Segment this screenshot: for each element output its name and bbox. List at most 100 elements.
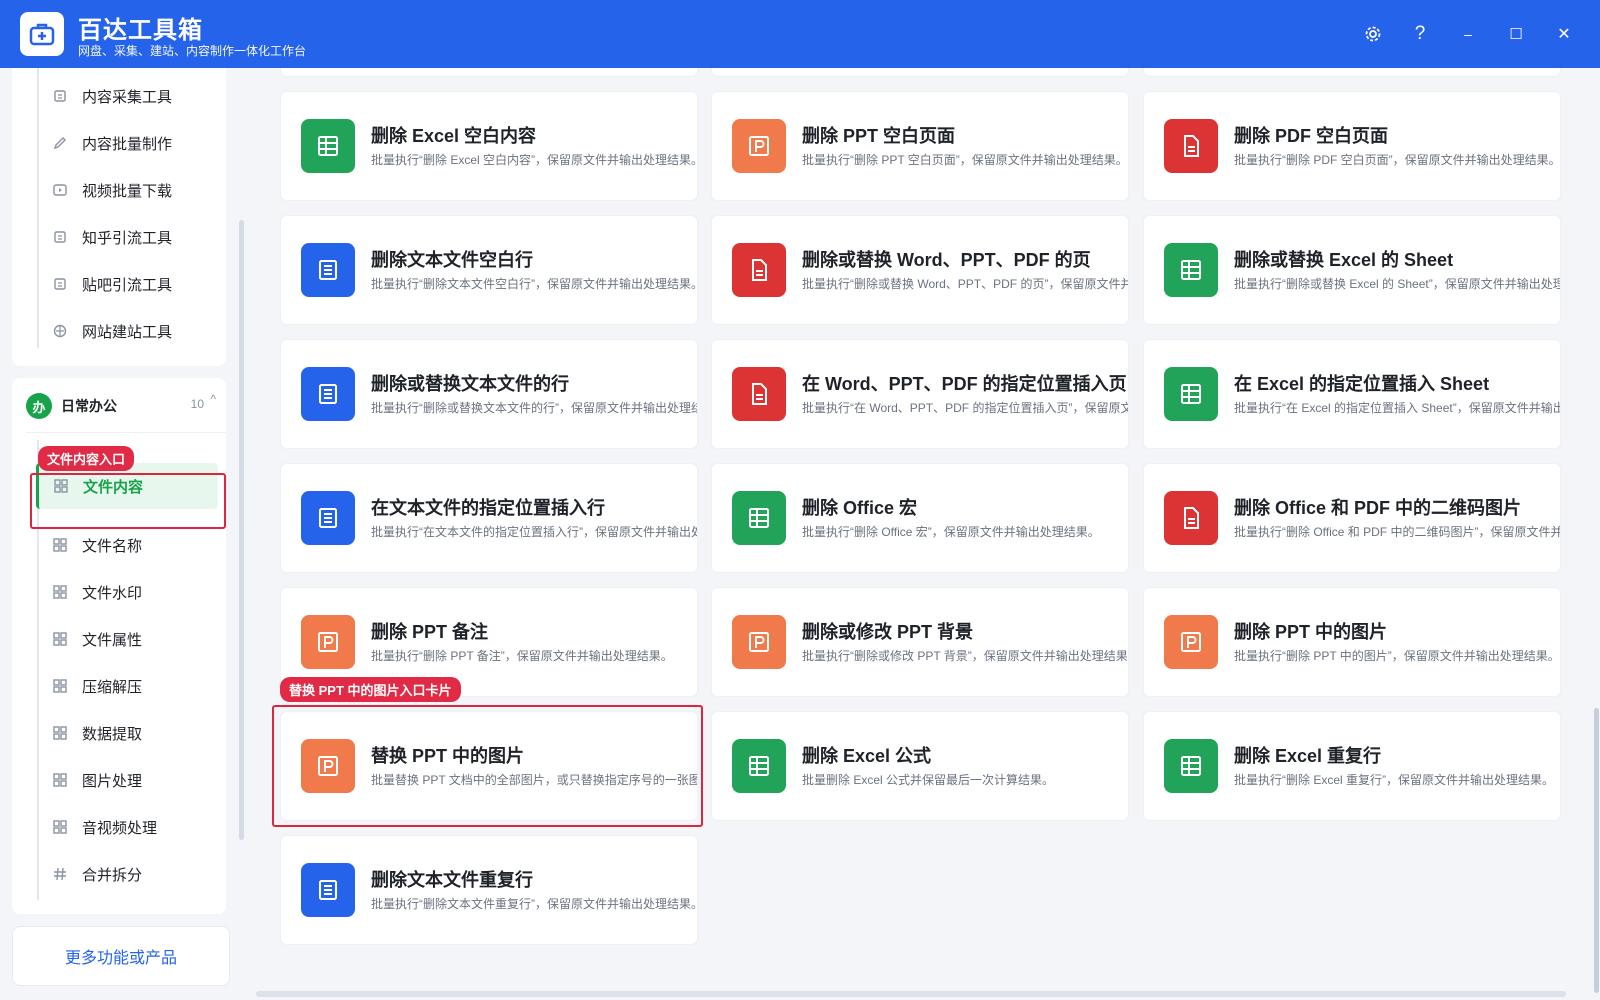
sidebar-scrollbar[interactable] [239,220,244,840]
minimize-button[interactable]: – [1454,20,1482,48]
spreadsheet-icon [1164,243,1218,297]
main-horizontal-scrollbar[interactable] [256,991,1566,997]
grid-icon [52,631,68,647]
spreadsheet-icon [301,119,355,173]
sidebar-item-label: 文件属性 [82,631,143,649]
card-title: 删除 Office 宏 [802,498,918,518]
card-description: 批量执行“删除文本文件重复行”，保留原文件并输出处理结果。 [371,897,697,911]
sidebar-item-office[interactable]: 压缩解压 [38,666,218,706]
tool-card[interactable]: 在 Word、PPT、PDF 的指定位置插入页批量执行“在 Word、PPT、P… [712,340,1128,448]
card-title: 删除 PPT 中的图片 [1234,622,1388,642]
sidebar-item-label: 音视频处理 [82,819,158,837]
card-description: 批量执行“删除 PPT 中的图片”，保留原文件并输出处理结果。 [1234,649,1560,663]
sidebar-item-office[interactable]: 文件水印 [38,572,218,612]
sidebar-item-label: 文件名称 [82,537,143,555]
tool-card[interactable]: 删除 Excel 重复行批量执行“删除 Excel 重复行”，保留原文件并输出处… [1144,712,1560,820]
text-file-icon [301,243,355,297]
sidebar-item-tool[interactable]: 知乎引流工具 [38,217,218,257]
scroll-thumb[interactable] [1594,708,1599,993]
sidebar-item-label: 贴吧引流工具 [82,276,173,294]
card-description: 批量执行“删除 PDF 空白页面”，保留原文件并输出处理结果。 [1234,153,1560,167]
tool-card[interactable]: 删除 PPT 空白页面批量执行“删除 PPT 空白页面”，保留原文件并输出处理结… [712,92,1128,200]
sidebar-item-label: 视频批量下载 [82,182,173,200]
grid-icon [52,678,68,694]
tool-card[interactable]: 删除 PPT 中的图片批量执行“删除 PPT 中的图片”，保留原文件并输出处理结… [1144,588,1560,696]
tool-card[interactable]: 删除 Office 宏批量执行“删除 Office 宏”，保留原文件并输出处理结… [712,464,1128,572]
video-icon [52,182,68,198]
tool-card[interactable]: 删除或修改 PPT 背景批量执行“删除或修改 PPT 背景”，保留原文件并输出处… [712,588,1128,696]
card-stub [712,68,1128,76]
card-title: 在 Word、PPT、PDF 的指定位置插入页 [802,374,1127,394]
spreadsheet-icon [1164,367,1218,421]
card-title: 删除 Excel 公式 [802,746,932,766]
presentation-icon [732,615,786,669]
tool-card[interactable]: 删除 PDF 空白页面 批量执行“删除 PDF 空白页面”，保留原文件并输出处理结… [1144,92,1560,200]
sidebar-item-tool[interactable]: 视频批量下载 [38,170,218,210]
more-panel: 更多功能或产品 [12,926,230,986]
sidebar-item-office[interactable]: 音视频处理 [38,807,218,847]
card-description: 批量执行“删除或替换 Excel 的 Sheet”，保留原文件并输出处理结果 [1234,277,1560,291]
card-title: 删除文本文件空白行 [371,250,533,270]
grid-icon [52,725,68,741]
sidebar: 内容采集工具 内容批量制作 视频批量下载 知乎引流工具 贴吧引流工具 网站建站工具 办 日… [0,68,246,1000]
tool-card[interactable]: 删除 Excel 公式 批量删除 Excel 公式并保留最后一次计算结果。 [712,712,1128,820]
card-title: 在文本文件的指定位置插入行 [371,498,605,518]
card-stub [281,68,697,76]
close-button[interactable]: ✕ [1550,20,1578,48]
card-title: 删除 PPT 空白页面 [802,126,956,146]
collapse-caret-icon[interactable]: ^ [210,392,216,406]
card-title: 删除 Office 和 PDF 中的二维码图片 [1234,498,1522,518]
main-vertical-scrollbar[interactable] [1594,68,1599,1000]
sidebar-item-office[interactable]: 文件名称 [38,525,218,565]
toolbox-logo-icon [20,12,64,56]
text-file-icon [301,491,355,545]
sidebar-item-label: 文件水印 [82,584,143,602]
card-title: 在 Excel 的指定位置插入 Sheet [1234,374,1490,394]
sidebar-item-label: 合并拆分 [82,866,143,884]
sidebar-item-office[interactable]: 文件属性 [38,619,218,659]
title-bar: 百达工具箱 网盘、采集、建站、内容制作一体化工作台 ? – ☐ ✕ [0,0,1600,68]
card-title: 删除或替换 Word、PPT、PDF 的页 [802,250,1091,270]
office-group-badge: 办 [26,393,52,419]
zhihu-icon [52,229,68,245]
card-description: 批量执行“在文本文件的指定位置插入行”，保留原文件并输出处理 [371,525,697,539]
sidebar-item-office[interactable]: 合并拆分 [38,854,218,894]
card-description: 批量执行“删除或修改 PPT 背景”，保留原文件并输出处理结果。 [802,649,1128,663]
office-group-count: 10 [190,397,204,411]
card-title: 删除 Excel 空白内容 [371,126,537,146]
tool-card[interactable]: 在文本文件的指定位置插入行批量执行“在文本文件的指定位置插入行”，保留原文件并输… [281,464,697,572]
tool-card[interactable]: 在 Excel 的指定位置插入 Sheet 批量执行“在 Excel 的指定位置插… [1144,340,1560,448]
sidebar-item-label: 网站建站工具 [82,323,173,341]
card-title: 删除或修改 PPT 背景 [802,622,974,642]
sidebar-item-label: 压缩解压 [82,678,143,696]
maximize-button[interactable]: ☐ [1502,20,1530,48]
sidebar-item-office[interactable]: 图片处理 [38,760,218,800]
tool-card[interactable]: 删除文本文件重复行 批量执行“删除文本文件重复行”，保留原文件并输出处理结果。 [281,836,697,944]
tool-card[interactable]: 删除或替换文本文件的行 批量执行“删除或替换文本文件的行”，保留原文件并输出处理结… [281,340,697,448]
tool-card[interactable]: 删除 Office 和 PDF 中的二维码图片 批量执行“删除 Office 和 … [1144,464,1560,572]
sidebar-item-tool[interactable]: 内容批量制作 [38,123,218,163]
document-icon [1164,491,1218,545]
card-title: 删除 Excel 重复行 [1234,746,1382,766]
text-file-icon [301,863,355,917]
grid-icon [52,819,68,835]
tool-card[interactable]: 删除或替换 Excel 的 Sheet 批量执行“删除或替换 Excel 的 Sh… [1144,216,1560,324]
card-title: 删除或替换文本文件的行 [371,374,569,394]
sidebar-item-tool[interactable]: 网站建站工具 [38,311,218,351]
card-title: 删除 PPT 备注 [371,622,489,642]
sidebar-item-office[interactable]: 数据提取 [38,713,218,753]
card-description: 批量执行“删除 Excel 重复行”，保留原文件并输出处理结果。 [1234,773,1555,787]
sidebar-item-tool[interactable]: 贴吧引流工具 [38,264,218,304]
tool-card[interactable]: 删除文本文件空白行 批量执行“删除文本文件空白行”，保留原文件并输出处理结果。 [281,216,697,324]
card-description: 批量执行“在 Word、PPT、PDF 的指定位置插入页”，保留原文件 [802,401,1128,415]
sidebar-item-tool[interactable]: 内容采集工具 [38,76,218,116]
tool-card[interactable]: 删除 Excel 空白内容 批量执行“删除 Excel 空白内容”，保留原文件并输… [281,92,697,200]
tool-card[interactable]: 删除或替换 Word、PPT、PDF 的页 批量执行“删除或替换 Word、PPT… [712,216,1128,324]
help-icon[interactable]: ? [1406,20,1434,48]
sidebar-item-label: 数据提取 [82,725,143,743]
card-description: 批量执行“删除 PPT 空白页面”，保留原文件并输出处理结果。 [802,153,1128,167]
sidebar-tools-panel: 内容采集工具 内容批量制作视频批量下载知乎引流工具贴吧引流工具 网站建站工具 [12,68,226,366]
settings-gear-icon[interactable] [1359,20,1387,48]
presentation-icon [301,615,355,669]
more-features-link[interactable]: 更多功能或产品 [13,927,229,985]
